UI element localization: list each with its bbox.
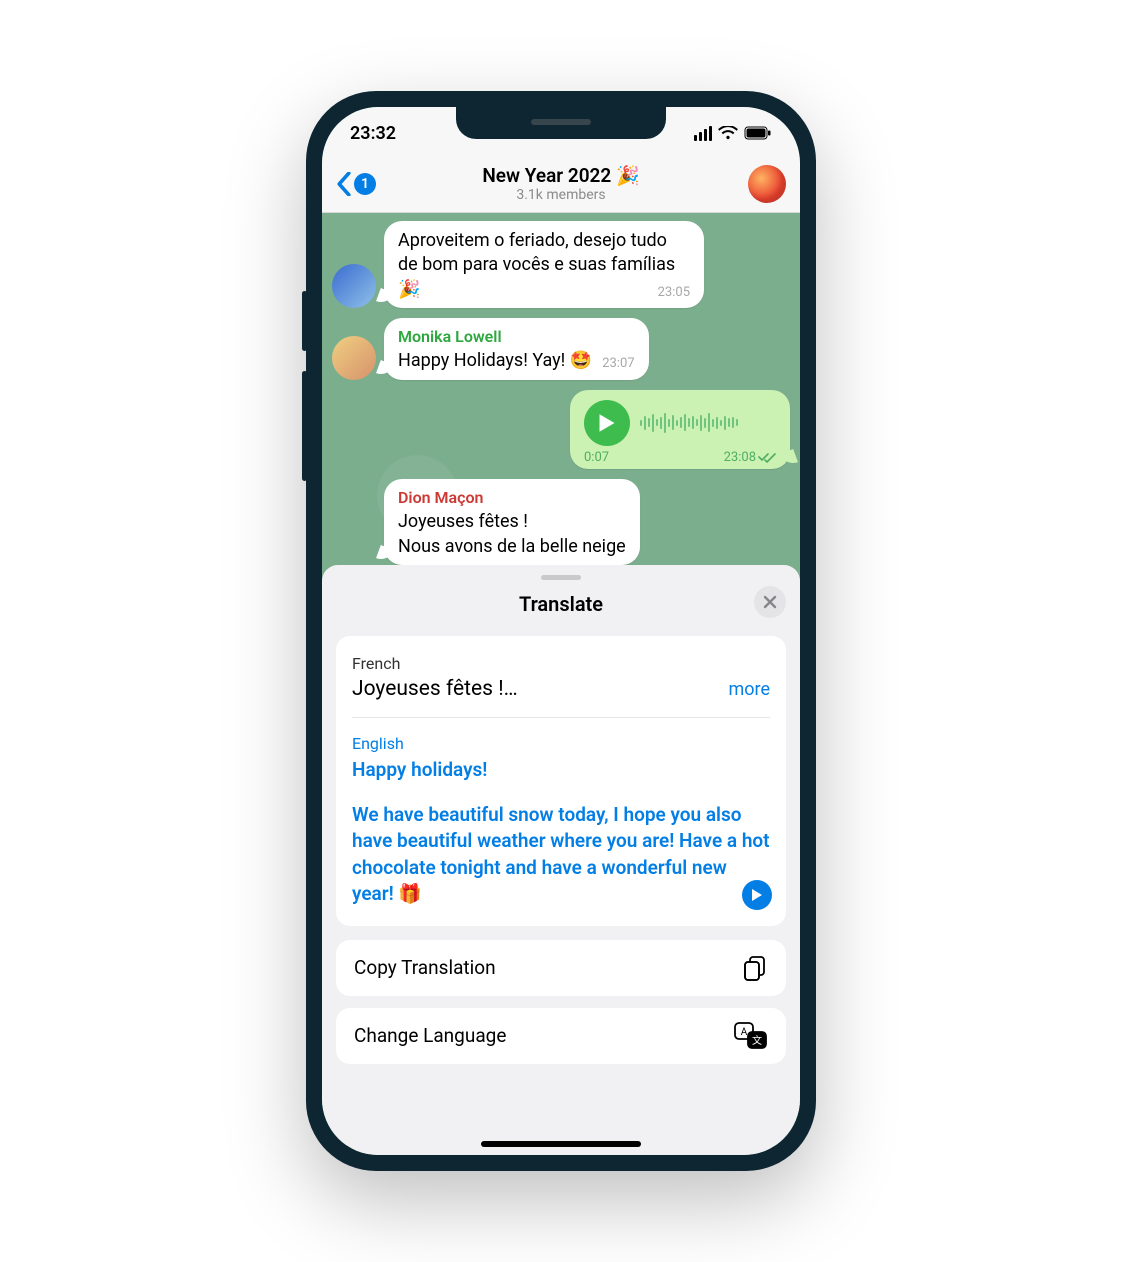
screen: 23:32 1 New Yea (322, 107, 800, 1155)
message-row: Monika Lowell Happy Holidays! Yay! 🤩 23:… (332, 318, 790, 380)
chat-title-block[interactable]: New Year 2022 🎉 3.1k members (322, 164, 800, 203)
status-right (694, 126, 772, 141)
message-text: Aproveitem o feriado, desejo tudo de bom… (398, 230, 675, 300)
message-time: 23:05 (658, 284, 690, 302)
divider (352, 717, 770, 718)
close-icon (763, 595, 777, 609)
notch (456, 107, 666, 139)
play-icon (598, 413, 616, 433)
action-label: Copy Translation (354, 956, 496, 979)
translate-icon: A 文 (734, 1022, 768, 1050)
message-bubble[interactable]: Dion Maçon Joyeuses fêtes ! Nous avons d… (384, 479, 640, 565)
play-button[interactable] (584, 400, 630, 446)
speak-button[interactable] (742, 880, 772, 910)
sheet-grabber[interactable] (541, 575, 581, 580)
cellular-icon (694, 126, 712, 141)
translated-heading: Happy holidays! (352, 757, 770, 784)
phone-frame: 23:32 1 New Yea (306, 91, 816, 1171)
status-time: 23:32 (350, 123, 396, 144)
avatar[interactable] (332, 264, 376, 308)
avatar[interactable] (332, 336, 376, 380)
wifi-icon (718, 126, 738, 140)
translation-card: French Joyeuses fêtes !… more English Ha… (336, 636, 786, 926)
svg-text:A: A (741, 1027, 748, 1038)
copy-translation-row[interactable]: Copy Translation (336, 940, 786, 996)
battery-icon (744, 126, 772, 140)
action-label: Change Language (354, 1024, 506, 1047)
chat-title: New Year 2022 🎉 (322, 164, 800, 187)
svg-text:文: 文 (752, 1034, 762, 1047)
back-button[interactable]: 1 (336, 172, 376, 196)
message-row: Dion Maçon Joyeuses fêtes ! Nous avons d… (384, 479, 790, 565)
group-avatar[interactable] (748, 165, 786, 203)
translate-sheet: Translate French Joyeuses fêtes !… more … (322, 565, 800, 1155)
voice-message[interactable]: 0:07 23:08 (570, 390, 790, 469)
copy-icon (742, 954, 768, 982)
play-icon (751, 888, 763, 902)
message-text: Happy Holidays! Yay! 🤩 (398, 350, 592, 371)
voice-duration: 0:07 (584, 450, 609, 465)
message-bubble[interactable]: Monika Lowell Happy Holidays! Yay! 🤩 23:… (384, 318, 649, 380)
translated-body: We have beautiful snow today, I hope you… (352, 803, 770, 906)
home-indicator[interactable] (481, 1141, 641, 1147)
chat-subtitle: 3.1k members (322, 187, 800, 203)
message-text: Nous avons de la belle neige (398, 535, 626, 559)
unread-badge: 1 (354, 173, 376, 195)
message-row: Aproveitem o feriado, desejo tudo de bom… (332, 221, 790, 308)
voice-time: 23:08 (724, 450, 756, 465)
waveform[interactable] (640, 411, 776, 435)
read-checkmarks-icon (758, 452, 776, 463)
message-bubble[interactable]: Aproveitem o feriado, desejo tudo de bom… (384, 221, 704, 308)
sender-name: Monika Lowell (398, 326, 635, 348)
change-language-row[interactable]: Change Language A 文 (336, 1008, 786, 1064)
source-language-label: French (352, 654, 770, 673)
sender-name: Dion Maçon (398, 487, 626, 509)
target-language-label: English (352, 734, 770, 753)
sheet-title: Translate (519, 592, 603, 616)
message-row: 0:07 23:08 (332, 390, 790, 469)
more-link[interactable]: more (728, 679, 770, 700)
close-button[interactable] (754, 586, 786, 618)
chevron-left-icon (336, 172, 352, 196)
message-time: 23:07 (602, 355, 634, 373)
source-text: Joyeuses fêtes !… (352, 677, 518, 701)
chat-header: 1 New Year 2022 🎉 3.1k members (322, 155, 800, 213)
message-text: Joyeuses fêtes ! (398, 510, 626, 534)
